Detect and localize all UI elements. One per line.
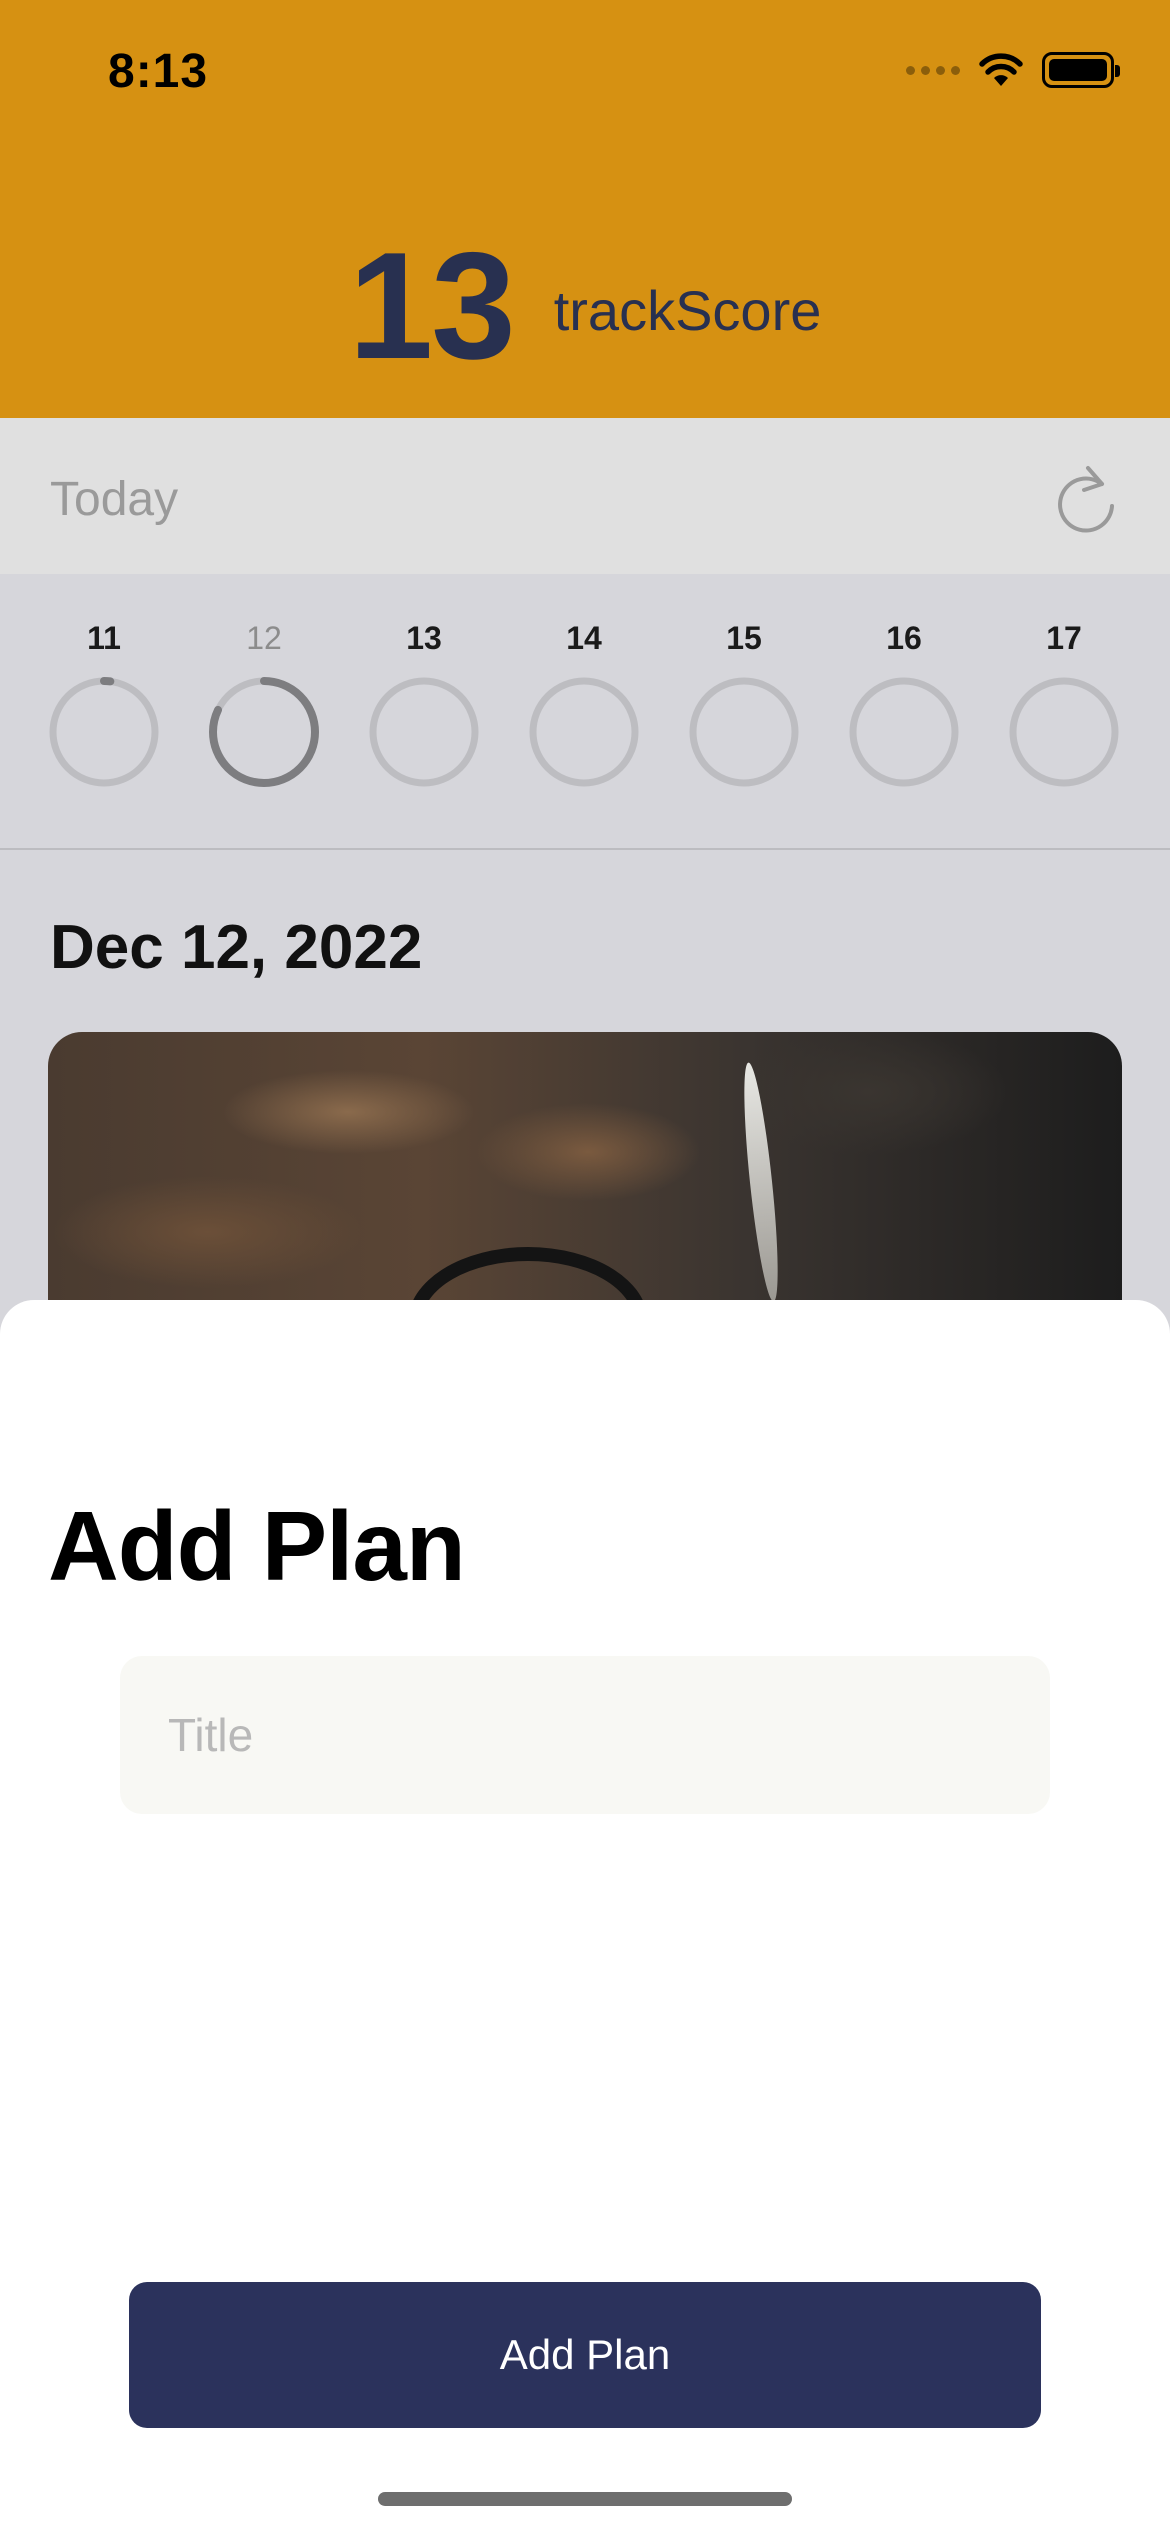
score-value: 13 bbox=[348, 221, 516, 391]
photo-feather bbox=[737, 1061, 785, 1303]
today-bar: Today bbox=[0, 418, 1170, 574]
wifi-icon bbox=[979, 53, 1023, 86]
day-item-14[interactable]: 14 bbox=[524, 618, 644, 790]
day-progress-ring bbox=[529, 677, 639, 787]
refresh-icon[interactable] bbox=[1052, 464, 1120, 536]
score-header: 8:13 13 trackScore bbox=[0, 0, 1170, 418]
add-plan-sheet: Add Plan Add Plan bbox=[0, 1300, 1170, 2532]
day-progress-ring bbox=[209, 677, 319, 787]
selected-date-title: Dec 12, 2022 bbox=[50, 913, 423, 982]
score-label: trackScore bbox=[553, 279, 822, 342]
signal-dots-icon bbox=[906, 65, 960, 75]
home-indicator bbox=[378, 2492, 792, 2506]
day-item-13[interactable]: 13 bbox=[364, 618, 484, 790]
day-progress-ring bbox=[849, 677, 959, 787]
day-number: 16 bbox=[886, 620, 922, 656]
battery-icon bbox=[1042, 52, 1120, 88]
status-icons bbox=[906, 52, 1120, 88]
day-progress-ring bbox=[689, 677, 799, 787]
add-plan-button[interactable]: Add Plan bbox=[129, 2282, 1041, 2428]
day-progress-ring bbox=[1009, 677, 1119, 787]
day-number: 12 bbox=[246, 620, 282, 656]
day-number: 11 bbox=[87, 620, 121, 656]
day-progress-ring bbox=[369, 677, 479, 787]
day-item-11[interactable]: 11 bbox=[44, 618, 164, 790]
day-number: 13 bbox=[406, 620, 442, 656]
today-button[interactable]: Today bbox=[50, 472, 178, 527]
day-number: 17 bbox=[1046, 620, 1082, 656]
track-score: 13 trackScore bbox=[0, 230, 1170, 382]
day-item-16[interactable]: 16 bbox=[844, 618, 964, 790]
day-item-17[interactable]: 17 bbox=[1004, 618, 1124, 790]
week-day-selector: 11 12 13 14 15 16 17 bbox=[0, 574, 1170, 850]
day-item-12[interactable]: 12 bbox=[204, 618, 324, 790]
title-input[interactable] bbox=[120, 1656, 1050, 1814]
sheet-title: Add Plan bbox=[48, 1491, 466, 1601]
day-item-15[interactable]: 15 bbox=[684, 618, 804, 790]
day-number: 14 bbox=[566, 620, 602, 656]
day-number: 15 bbox=[726, 620, 762, 656]
status-time: 8:13 bbox=[108, 45, 209, 98]
day-progress-ring bbox=[49, 677, 159, 787]
plan-photo-card[interactable] bbox=[48, 1032, 1122, 1332]
